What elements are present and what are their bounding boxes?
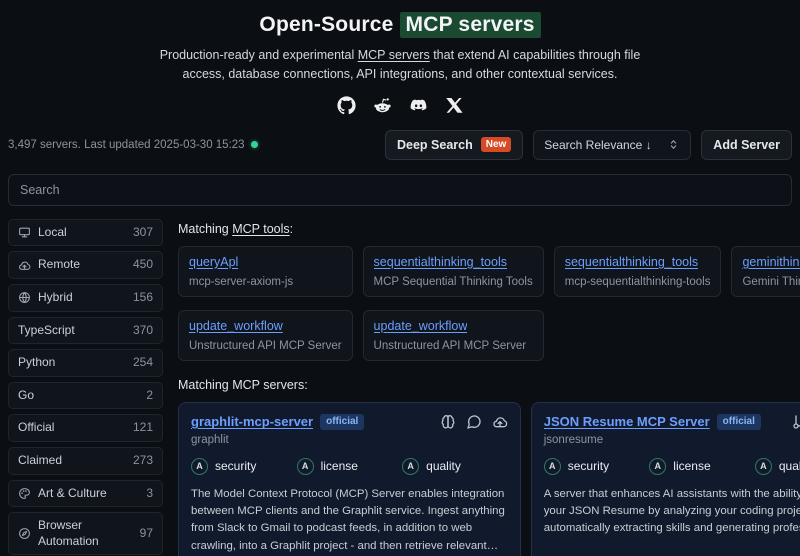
tool-card: queryApl mcp-server-axiom-js — [178, 245, 353, 297]
main-content: Matching MCP tools: queryApl mcp-server-… — [178, 219, 800, 556]
mcp-tools-link[interactable]: MCP tools — [232, 222, 289, 236]
discord-icon[interactable] — [409, 96, 428, 115]
matching-servers-grid: graphlit-mcp-server official graphlit As… — [178, 401, 800, 556]
tool-link[interactable]: update_workflow — [374, 319, 468, 333]
server-owner: graphlit — [191, 433, 229, 446]
mcp-servers-link[interactable]: MCP servers — [358, 48, 430, 62]
tool-card: update_workflow Unstructured API MCP Ser… — [178, 309, 353, 361]
server-owner: jsonresume — [543, 433, 604, 446]
page-title-prefix: Open-Source — [259, 13, 400, 36]
tool-link[interactable]: update_workflow — [189, 319, 283, 333]
sidebar-item-go[interactable]: Go 2 — [8, 381, 163, 410]
tool-link[interactable]: geminithinking — [742, 255, 800, 269]
social-links — [0, 96, 800, 115]
sidebar-item-official[interactable]: Official 121 — [8, 414, 163, 442]
tools-section-heading: Matching MCP tools: — [178, 221, 294, 236]
security-rating[interactable]: Asecurity — [191, 457, 297, 475]
tool-link[interactable]: sequentialthinking_tools — [374, 255, 507, 269]
cloud-upload-icon — [18, 259, 31, 272]
rating-badges: Asecurity Alicense Aquality — [191, 457, 508, 475]
server-description: A server that enhances AI assistants wit… — [543, 487, 800, 535]
page-header: Open-Source MCP servers Production-ready… — [0, 0, 800, 115]
tool-card: sequentialthinking_tools MCP Sequential … — [362, 245, 544, 297]
sidebar-item-typescript[interactable]: TypeScript 370 — [8, 316, 163, 345]
server-count-status: 3,497 servers. Last updated 2025-03-30 1… — [8, 139, 258, 151]
palette-icon — [18, 487, 31, 500]
sort-select[interactable]: Search Relevance ↓ — [533, 129, 692, 160]
grade-circle: A — [296, 457, 314, 475]
reddit-icon[interactable] — [373, 96, 392, 115]
rating-badges: Asecurity Alicense Aquality — [543, 457, 800, 475]
tool-server-name: MCP Sequential Thinking Tools — [373, 275, 533, 288]
sidebar-item-art-culture[interactable]: Art & Culture 3 — [8, 479, 163, 508]
tool-server-name: Unstructured API MCP Server — [189, 339, 342, 352]
grade-circle: A — [543, 457, 561, 475]
brain-icon[interactable] — [440, 414, 456, 430]
page-title-highlight: MCP servers — [399, 12, 541, 38]
server-link[interactable]: graphlit-mcp-server — [191, 414, 313, 429]
license-rating[interactable]: Alicense — [296, 457, 403, 475]
servers-section-heading: Matching MCP servers: — [178, 377, 308, 392]
message-icon[interactable] — [466, 414, 482, 430]
filter-sidebar: Local 307 Remote 450 Hybrid 156 TypeScript 3… — [8, 218, 163, 556]
tool-server-name: mcp-sequentialthinking-tools — [564, 275, 711, 288]
git-branch-icon[interactable] — [792, 414, 800, 430]
cloud-upload-icon[interactable] — [492, 414, 508, 430]
deep-search-button[interactable]: Deep Search New — [385, 129, 524, 160]
tool-card: update_workflow Unstructured API MCP Ser… — [362, 309, 544, 361]
tool-card: geminithinking Gemini Thinking Server — [731, 245, 800, 297]
github-icon[interactable] — [336, 96, 356, 115]
sidebar-item-local[interactable]: Local 307 — [8, 218, 163, 247]
official-badge: official — [320, 413, 365, 430]
page-subtitle: Production-ready and experimental MCP se… — [159, 48, 641, 82]
tool-server-name: mcp-server-axiom-js — [189, 275, 294, 288]
page-title: Open-Source MCP servers — [0, 12, 800, 38]
tool-server-name: Unstructured API MCP Server — [373, 339, 527, 352]
matching-tools-grid: queryApl mcp-server-axiom-js sequentialt… — [178, 245, 800, 361]
sidebar-item-claimed[interactable]: Claimed 273 — [8, 446, 163, 475]
sidebar-item-hybrid[interactable]: Hybrid 156 — [8, 283, 163, 312]
globe-icon — [18, 291, 31, 304]
live-status-dot — [250, 141, 258, 149]
add-server-button[interactable]: Add Server — [701, 129, 792, 160]
grade-circle: A — [649, 457, 667, 475]
official-badge: official — [716, 413, 761, 430]
search-input[interactable] — [8, 173, 792, 206]
grade-circle: A — [754, 457, 772, 475]
server-card-json-resume: JSON Resume MCP Server official jsonresu… — [530, 401, 800, 556]
sidebar-item-browser-automation[interactable]: Browser Automation 97 — [8, 512, 163, 556]
controls-row: 3,497 servers. Last updated 2025-03-30 1… — [0, 129, 800, 161]
chevrons-up-down-icon — [667, 138, 680, 151]
license-rating[interactable]: Alicense — [649, 457, 755, 475]
server-card-graphlit: graphlit-mcp-server official graphlit As… — [178, 401, 521, 556]
security-rating[interactable]: Asecurity — [543, 457, 650, 475]
tool-link[interactable]: queryApl — [189, 255, 238, 269]
quality-rating[interactable]: Aquality — [402, 457, 508, 475]
grade-circle: A — [191, 457, 208, 475]
sidebar-item-python[interactable]: Python 254 — [8, 349, 163, 377]
server-description: The Model Context Protocol (MCP) Server … — [191, 487, 505, 552]
tool-card: sequentialthinking_tools mcp-sequentialt… — [553, 245, 722, 297]
sidebar-item-remote[interactable]: Remote 450 — [8, 251, 163, 279]
x-icon[interactable] — [445, 96, 464, 115]
tool-link[interactable]: sequentialthinking_tools — [565, 255, 698, 269]
grade-circle: A — [402, 457, 420, 475]
quality-rating[interactable]: Aquality — [754, 457, 800, 475]
compass-icon — [18, 527, 31, 540]
tool-server-name: Gemini Thinking Server — [742, 275, 800, 288]
monitor-icon — [18, 226, 31, 239]
new-badge: New — [480, 137, 512, 153]
server-link[interactable]: JSON Resume MCP Server — [544, 414, 710, 429]
